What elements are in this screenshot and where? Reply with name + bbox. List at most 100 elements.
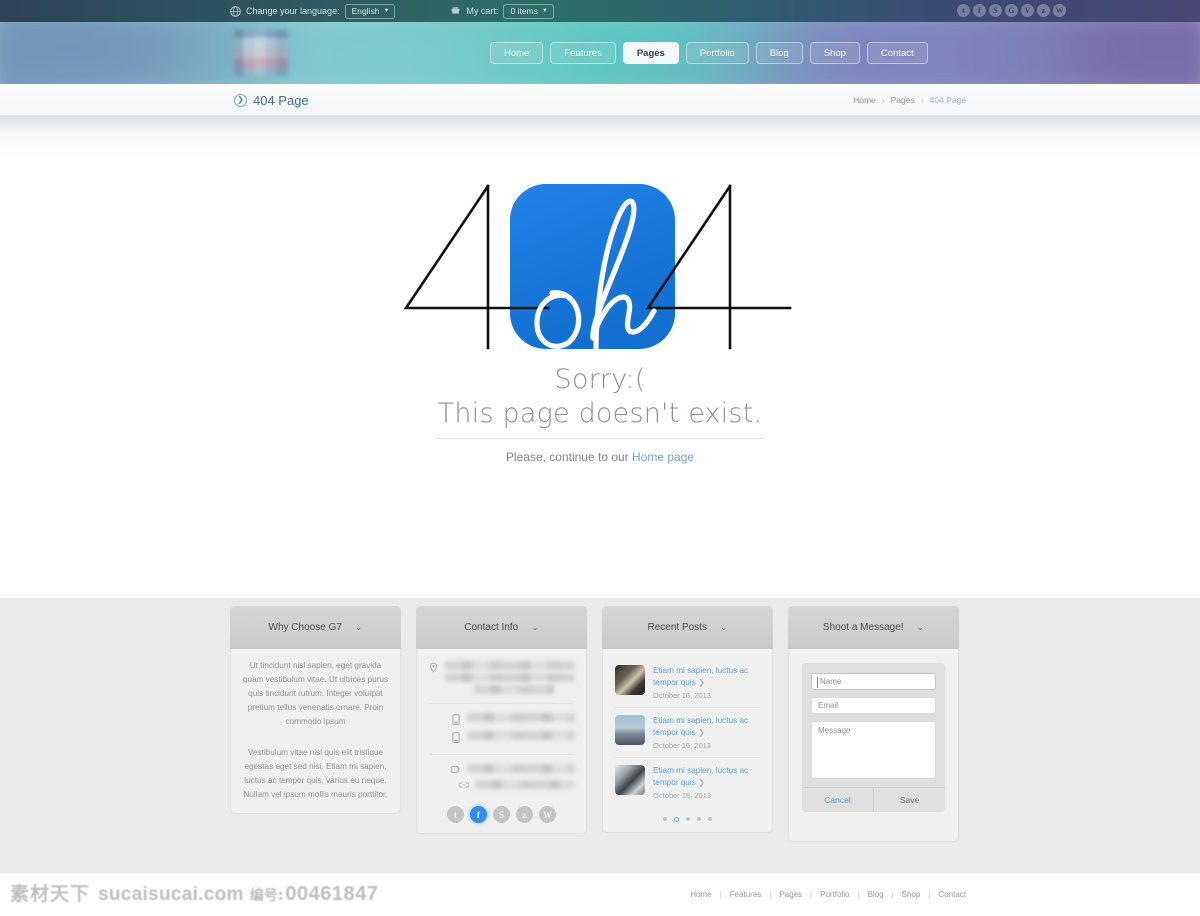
nav-item-shop[interactable]: Shop: [809, 42, 860, 64]
main-navigation: Home Features Pages Portfolio Blog Shop …: [490, 42, 928, 64]
footer-nav-contact[interactable]: Contact: [938, 890, 966, 899]
wordpress-icon[interactable]: W: [539, 806, 556, 823]
watermark-number-label: 编号:: [249, 888, 284, 904]
nav-item-features[interactable]: Features: [550, 42, 616, 64]
home-page-link[interactable]: Home page: [632, 450, 694, 464]
pagination-dots: [614, 817, 761, 822]
chevron-right-icon: ❯: [698, 727, 705, 737]
skype-icon[interactable]: S: [989, 4, 1002, 17]
google-plus-icon[interactable]: G: [1005, 4, 1018, 17]
location-pin-icon: [428, 661, 439, 675]
widget-contact-info: Contact Info ⌄ t f S ʑ W: [416, 605, 587, 842]
cart-widget[interactable]: My cart: 0 items ▼: [450, 3, 554, 19]
post-meta: Etiam mi sapien, luctus ac tempor quis ❯…: [653, 715, 760, 750]
watermark: 素材天下 sucaisucai.com 编号: 00461847: [10, 879, 378, 906]
pagination-dot[interactable]: [697, 817, 701, 821]
post-meta: Etiam mi sapien, luctus ac tempor quis ❯…: [653, 765, 760, 800]
phone-icon: [450, 713, 461, 727]
footer-nav-blog[interactable]: Blog: [868, 890, 884, 899]
continue-prefix: Please, continue to our: [505, 450, 633, 464]
breadcrumb-item-home[interactable]: Home: [853, 95, 876, 105]
widget-header-why-choose[interactable]: Why Choose G7 ⌄: [230, 605, 401, 649]
footer-nav-features[interactable]: Features: [730, 890, 762, 899]
post-meta: Etiam mi sapien, luctus ac tempor quis ❯…: [653, 665, 760, 700]
wordpress-icon[interactable]: W: [1053, 4, 1066, 17]
list-item[interactable]: Etiam mi sapien, luctus ac tempor quis ❯…: [614, 759, 761, 806]
pagination-dot[interactable]: [663, 817, 667, 821]
nav-item-contact[interactable]: Contact: [866, 42, 928, 64]
facebook-icon[interactable]: f: [470, 806, 487, 823]
divider: [435, 438, 765, 439]
post-title[interactable]: Etiam mi sapien, luctus ac tempor quis ❯: [653, 665, 760, 688]
widget-body-why-choose: Ut tincidunt nisl sapien, eget gravida q…: [230, 649, 401, 814]
nav-item-portfolio[interactable]: Portfolio: [685, 42, 749, 64]
language-select[interactable]: English ▼: [344, 3, 396, 19]
footer-nav-separator: |: [857, 890, 860, 899]
cart-items-select[interactable]: 0 items ▼: [503, 3, 554, 19]
breadcrumb: Home › Pages › 404 Page: [853, 95, 966, 105]
footer-nav-pages[interactable]: Pages: [779, 890, 802, 899]
404-illustration: [403, 184, 792, 351]
breadcrumb-inner: ❯ 404 Page Home › Pages › 404 Page: [230, 84, 970, 116]
nav-item-pages[interactable]: Pages: [622, 42, 679, 64]
vimeo-icon[interactable]: V: [1021, 4, 1034, 17]
footer-nav-shop[interactable]: Shop: [902, 890, 921, 899]
rss-icon[interactable]: ʑ: [516, 806, 533, 823]
widget-header-shoot-message[interactable]: Shoot a Message! ⌄: [788, 605, 959, 649]
header-inner: Home Features Pages Portfolio Blog Shop …: [230, 22, 970, 84]
skype-icon[interactable]: S: [493, 806, 510, 823]
twitter-icon[interactable]: t: [447, 806, 464, 823]
facebook-icon[interactable]: f: [973, 4, 986, 17]
email-field[interactable]: Email: [811, 697, 936, 714]
list-item[interactable]: Etiam mi sapien, luctus ac tempor quis ❯…: [614, 659, 761, 706]
widget-body-recent-posts: Etiam mi sapien, luctus ac tempor quis ❯…: [602, 649, 773, 833]
contact-phone-2-redacted: [467, 731, 575, 740]
nav-item-blog[interactable]: Blog: [755, 42, 803, 64]
widget-body-shoot-message: Name Email Message Cancel Save: [788, 649, 959, 842]
pagination-dot[interactable]: [686, 817, 690, 821]
breadcrumb-item-pages[interactable]: Pages: [891, 95, 915, 105]
widget-header-contact-info[interactable]: Contact Info ⌄: [416, 605, 587, 649]
name-field[interactable]: Name: [811, 673, 936, 690]
footer-nav-separator: |: [891, 890, 894, 899]
error-message: Sorry:( This page doesn't exist. Please,…: [0, 363, 1200, 464]
widgets-row: Why Choose G7 ⌄ Ut tincidunt nisl sapien…: [230, 598, 970, 842]
footer-nav-portfolio[interactable]: Portfolio: [820, 890, 849, 899]
chevron-down-icon: ▼: [541, 8, 548, 14]
error-line-1: Sorry:(: [554, 364, 646, 395]
message-placeholder: Message: [818, 726, 851, 735]
widget-title: Contact Info: [464, 621, 519, 633]
divider: [615, 707, 760, 708]
widget-shoot-message: Shoot a Message! ⌄ Name Email Message Ca…: [788, 605, 959, 842]
footer-nav-separator: |: [928, 890, 931, 899]
watermark-site-name: 素材天下: [10, 883, 91, 905]
globe-icon: [230, 5, 241, 17]
language-switcher[interactable]: Change your language: English ▼: [230, 3, 396, 19]
nav-item-home[interactable]: Home: [490, 42, 544, 64]
chevron-right-icon: ❯: [698, 777, 705, 787]
post-title[interactable]: Etiam mi sapien, luctus ac tempor quis ❯: [653, 765, 760, 788]
widget-why-choose: Why Choose G7 ⌄ Ut tincidunt nisl sapien…: [230, 605, 401, 842]
site-logo[interactable]: [234, 30, 288, 76]
top-social-links: t f S G V ʑ W: [957, 4, 1066, 17]
twitter-icon[interactable]: t: [957, 4, 970, 17]
cart-label: My cart:: [466, 6, 499, 16]
pagination-dot-active[interactable]: [674, 817, 679, 822]
message-field[interactable]: Message: [811, 721, 936, 779]
pagination-dot[interactable]: [708, 817, 712, 821]
contact-phone-1-redacted: [467, 713, 575, 722]
footer-nav-home[interactable]: Home: [690, 890, 711, 899]
rss-icon[interactable]: ʑ: [1037, 4, 1050, 17]
chevron-down-icon: ⌄: [916, 621, 925, 632]
footer-nav-separator: |: [810, 890, 813, 899]
widget-header-recent-posts[interactable]: Recent Posts ⌄: [602, 605, 773, 649]
list-item[interactable]: Etiam mi sapien, luctus ac tempor quis ❯…: [614, 709, 761, 756]
cancel-button[interactable]: Cancel: [802, 788, 874, 812]
text-cursor: [817, 677, 818, 688]
post-title[interactable]: Etiam mi sapien, luctus ac tempor quis ❯: [653, 715, 760, 738]
language-value: English: [351, 5, 380, 16]
contact-social-links: t f S ʑ W: [428, 806, 575, 823]
save-button[interactable]: Save: [874, 788, 945, 812]
language-label: Change your language:: [246, 6, 340, 16]
widget-recent-posts: Recent Posts ⌄ Etiam mi sapien, luctus a…: [602, 605, 773, 842]
